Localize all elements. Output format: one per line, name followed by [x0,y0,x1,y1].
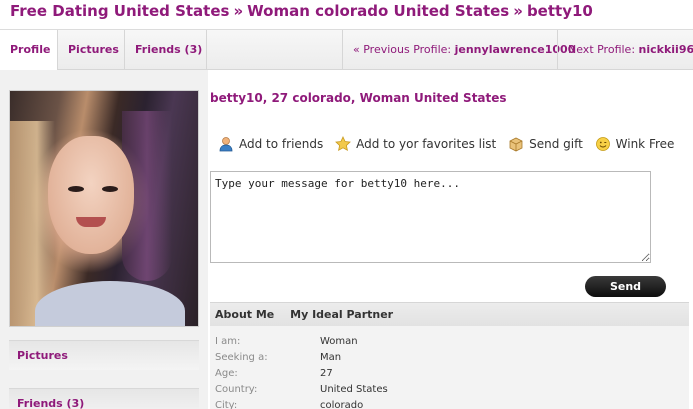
info-row-value: United States [320,384,388,395]
photo-top [35,281,185,326]
breadcrumb-link-country[interactable]: Free Dating United States [10,2,229,20]
sidebar-pictures-label: Pictures [17,349,68,362]
info-row-value: 27 [320,368,333,379]
add-to-friends-button[interactable]: Add to friends [218,136,323,152]
next-profile-name: nickkii96 [638,43,693,56]
photo-face [48,136,134,254]
left-sidebar: Pictures Friends (3) [0,70,208,409]
tab-profile-label: Profile [10,43,51,56]
profile-tabbar: Profile Pictures Friends (3) « Previous … [0,29,693,71]
info-row-label: Seeking a: [215,352,268,363]
breadcrumb-separator: » [513,2,523,20]
photo-eye-right [102,186,118,192]
user-icon [219,137,233,152]
tab-friends-label: Friends (3) [135,43,203,56]
profile-photo[interactable] [9,90,199,327]
smiley-icon [595,137,610,151]
breadcrumb-separator: » [233,2,244,20]
profile-actions: Add to friends Add to yor favorites list… [218,136,682,156]
previous-profile-prefix: « Previous Profile: [353,43,455,56]
info-row-value: Man [320,352,342,363]
sidebar-friends-link[interactable]: Friends (3) [9,388,199,409]
send-button[interactable]: Send [585,276,666,297]
previous-profile-link[interactable]: « Previous Profile: jennylawrence1000 [342,30,575,70]
tab-pictures[interactable]: Pictures [58,30,125,70]
tab-pictures-label: Pictures [68,43,119,56]
info-row-label: Country: [215,384,258,395]
info-row-label: Age: [215,368,238,379]
star-icon [335,136,352,151]
send-gift-label: Send gift [529,137,583,151]
add-to-friends-label: Add to friends [239,137,324,151]
tab-friends[interactable]: Friends (3) [125,30,207,70]
tab-about-me[interactable]: About Me [215,308,274,321]
gift-icon [509,137,523,152]
tab-ideal-partner[interactable]: My Ideal Partner [290,308,393,321]
info-tabs: About Me My Ideal Partner [210,302,689,326]
info-row-value: Woman [320,336,358,347]
info-row-value: colorado [320,400,364,409]
send-gift-button[interactable]: Send gift [508,136,583,152]
profile-info-panel: About Me My Ideal Partner I am: Woman See… [210,302,689,409]
breadcrumb-current: betty10 [526,2,593,20]
sidebar-pictures-link[interactable]: Pictures [9,340,199,370]
next-profile-link[interactable]: Next Profile: nickkii96 » [557,30,693,70]
info-row-label: I am: [215,336,241,347]
wink-button[interactable]: Wink Free [595,136,675,152]
tab-profile[interactable]: Profile [0,30,58,71]
wink-label: Wink Free [615,137,675,151]
add-to-favorites-label: Add to yor favorites list [356,137,497,151]
breadcrumb-link-city[interactable]: Woman colorado United States [247,2,509,20]
send-button-label: Send [609,280,642,293]
add-to-favorites-button[interactable]: Add to yor favorites list [335,136,496,152]
message-textarea[interactable]: Type your message for betty10 here... [210,171,651,263]
photo-eye-left [68,186,84,192]
info-row-label: City: [215,400,238,409]
profile-headline: betty10, 27 colorado, Woman United State… [210,91,507,105]
next-profile-prefix: Next Profile: [568,43,639,56]
breadcrumb: Free Dating United States» Woman colorado… [10,2,593,26]
sidebar-friends-label: Friends (3) [17,397,85,409]
